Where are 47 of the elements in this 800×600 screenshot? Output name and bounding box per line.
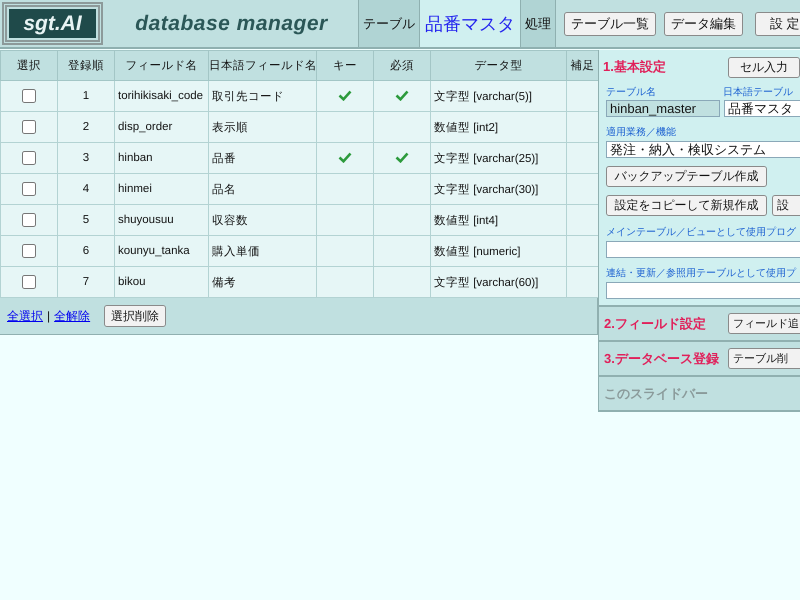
field-label: 連結・更新／参照用テーブルとして使用プ (606, 267, 798, 280)
nav-tab[interactable]: テーブル (358, 0, 419, 47)
row-checkbox[interactable] (22, 151, 36, 165)
row-checkbox[interactable] (22, 89, 36, 103)
logo: sgt.AI (2, 2, 103, 45)
row-checkbox[interactable] (22, 182, 36, 196)
text-field[interactable] (606, 241, 800, 258)
field-label: 適用業務／機能 (606, 126, 677, 139)
column-header: フィールド名 (114, 50, 208, 80)
field-label: テーブル名 (606, 86, 657, 99)
section-heading: 1.基本設定 (603, 58, 667, 76)
panel-button[interactable]: フィールド追 (728, 313, 800, 334)
text-field[interactable]: 品番マスタ (724, 100, 800, 117)
panel-button[interactable]: バックアップテーブル作成 (606, 166, 767, 187)
nav-tab[interactable]: 処理 (520, 0, 555, 47)
panel-button[interactable]: 設 (772, 195, 800, 216)
section-heading: 3.データベース登録 (604, 350, 720, 368)
section-heading: このスライドバー (604, 384, 708, 402)
panel-button[interactable]: テーブル削 (728, 348, 800, 369)
toolbar-button[interactable]: テーブル一覧 (564, 12, 656, 36)
column-header: 補足 (566, 50, 598, 80)
row-checkbox[interactable] (22, 213, 36, 227)
column-header: データ型 (430, 50, 566, 80)
text-link[interactable]: 全解除 (54, 308, 90, 324)
nav-tab[interactable]: 品番マスタ (419, 0, 520, 47)
row-checkbox[interactable] (22, 244, 36, 258)
toolbar-button[interactable]: データ編集 (664, 12, 743, 36)
app-title: database manager (135, 12, 328, 36)
link-separator: | (47, 309, 50, 323)
toolbar-button[interactable]: 設 定 (755, 12, 800, 36)
text-field[interactable]: 発注・納入・検収システム (606, 141, 800, 158)
delete-button[interactable]: 選択削除 (104, 305, 166, 327)
field-label: 日本語テーブル (723, 86, 793, 99)
text-link[interactable]: 全選択 (7, 308, 43, 324)
column-header: 必須 (374, 50, 430, 80)
column-header: キー (316, 50, 374, 80)
text-field[interactable] (606, 282, 800, 299)
panel-button[interactable]: セル入力 (728, 56, 800, 78)
text-field[interactable]: hinban_master (606, 100, 720, 117)
column-header: 日本語フィールド名 (208, 50, 316, 80)
field-label: メインテーブル／ビューとして使用プログ (606, 226, 797, 239)
row-checkbox[interactable] (22, 275, 36, 289)
section-heading: 2.フィールド設定 (604, 314, 707, 332)
column-header: 登録順 (58, 50, 114, 80)
column-header: 選択 (0, 50, 58, 80)
panel-button[interactable]: 設定をコピーして新規作成 (606, 195, 767, 216)
row-checkbox[interactable] (22, 120, 36, 134)
